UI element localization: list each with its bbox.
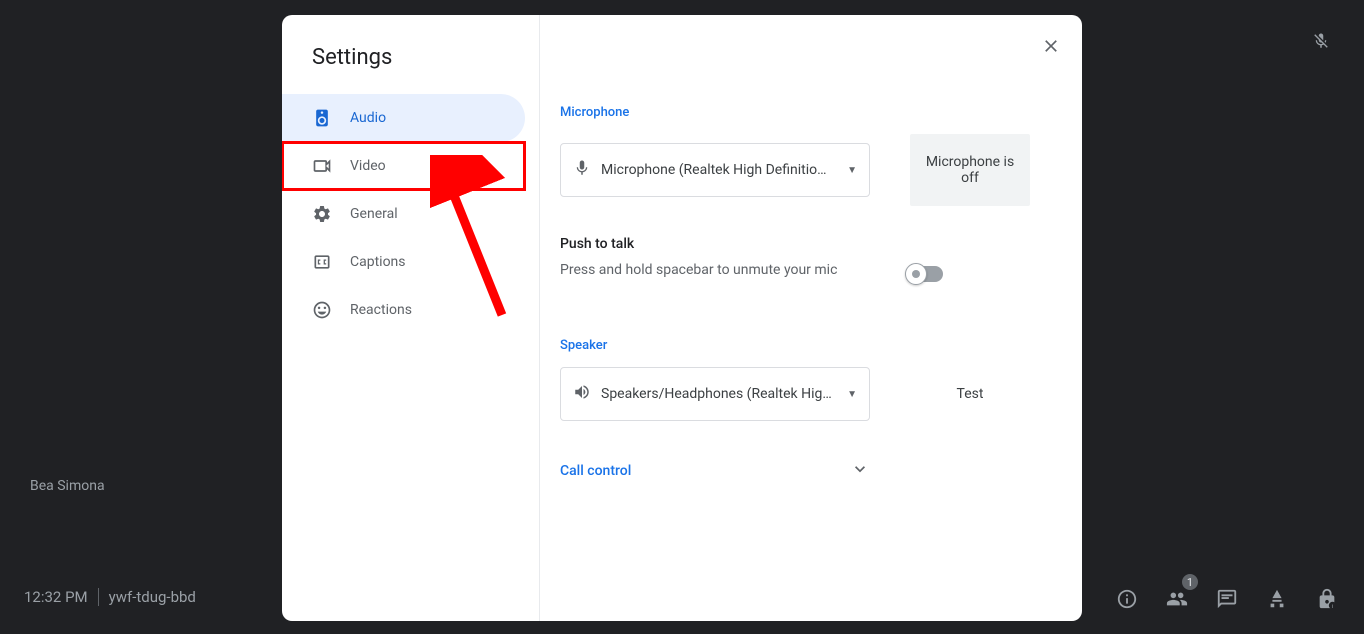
mic-icon [573,159,591,181]
toggle-knob [905,263,927,285]
push-to-talk-title: Push to talk [560,236,847,252]
speaker-selected: Speakers/Headphones (Realtek Hig… [601,386,837,402]
host-controls-button[interactable]: i [1316,588,1338,610]
microphone-label: Microphone [560,105,1062,120]
video-icon [312,156,332,176]
divider [98,588,99,606]
dialog-title: Settings [282,45,539,94]
push-to-talk-toggle[interactable] [907,266,943,282]
svg-text:i: i [1332,604,1333,610]
activities-icon [1266,588,1288,610]
nav-label: Video [350,158,386,174]
speaker-icon [312,108,332,128]
smile-icon [312,300,332,320]
gear-icon [312,204,332,224]
close-button[interactable] [1034,29,1068,63]
nav-item-captions[interactable]: Captions [282,238,525,286]
nav-label: Audio [350,110,386,126]
microphone-selected: Microphone (Realtek High Definitio… [601,162,837,178]
microphone-status: Microphone is off [910,134,1030,206]
call-control-label: Call control [560,463,631,479]
call-control-section[interactable]: Call control [560,459,870,483]
push-to-talk-subtitle: Press and hold spacebar to unmute your m… [560,262,837,278]
info-button[interactable] [1116,588,1138,610]
nav-item-reactions[interactable]: Reactions [282,286,525,334]
chevron-down-icon [850,459,870,483]
nav-label: Captions [350,254,406,270]
settings-content: Microphone Microphone (Realtek High Defi… [540,15,1082,621]
participant-name: Bea Simona [30,478,105,494]
nav-item-audio[interactable]: Audio [282,94,525,142]
people-icon [1166,588,1188,610]
lock-icon: i [1316,588,1338,610]
mic-off-indicator-icon [1312,32,1330,54]
speaker-dropdown[interactable]: Speakers/Headphones (Realtek Hig… ▼ [560,367,870,421]
nav-label: Reactions [350,302,412,318]
close-icon [1041,36,1061,56]
nav-item-general[interactable]: General [282,190,525,238]
activities-button[interactable] [1266,588,1288,610]
meeting-code: ywf-tdug-bbd [109,588,196,606]
captions-icon [312,252,332,272]
nav-label: General [350,206,398,222]
people-button[interactable]: 1 [1166,588,1188,610]
people-count-badge: 1 [1182,574,1198,590]
settings-sidebar: Settings Audio Video General Captions Re… [282,15,540,621]
caret-down-icon: ▼ [847,389,857,400]
test-speaker-button[interactable]: Test [910,386,1030,402]
chat-button[interactable] [1216,588,1238,610]
info-icon [1116,588,1138,610]
clock-time: 12:32 PM [24,588,88,606]
chat-icon [1216,588,1238,610]
nav-item-video[interactable]: Video [282,142,525,190]
caret-down-icon: ▼ [847,165,857,176]
volume-icon [573,383,591,405]
speaker-label: Speaker [560,338,1062,353]
microphone-dropdown[interactable]: Microphone (Realtek High Definitio… ▼ [560,143,870,197]
settings-dialog: Settings Audio Video General Captions Re… [282,15,1082,621]
